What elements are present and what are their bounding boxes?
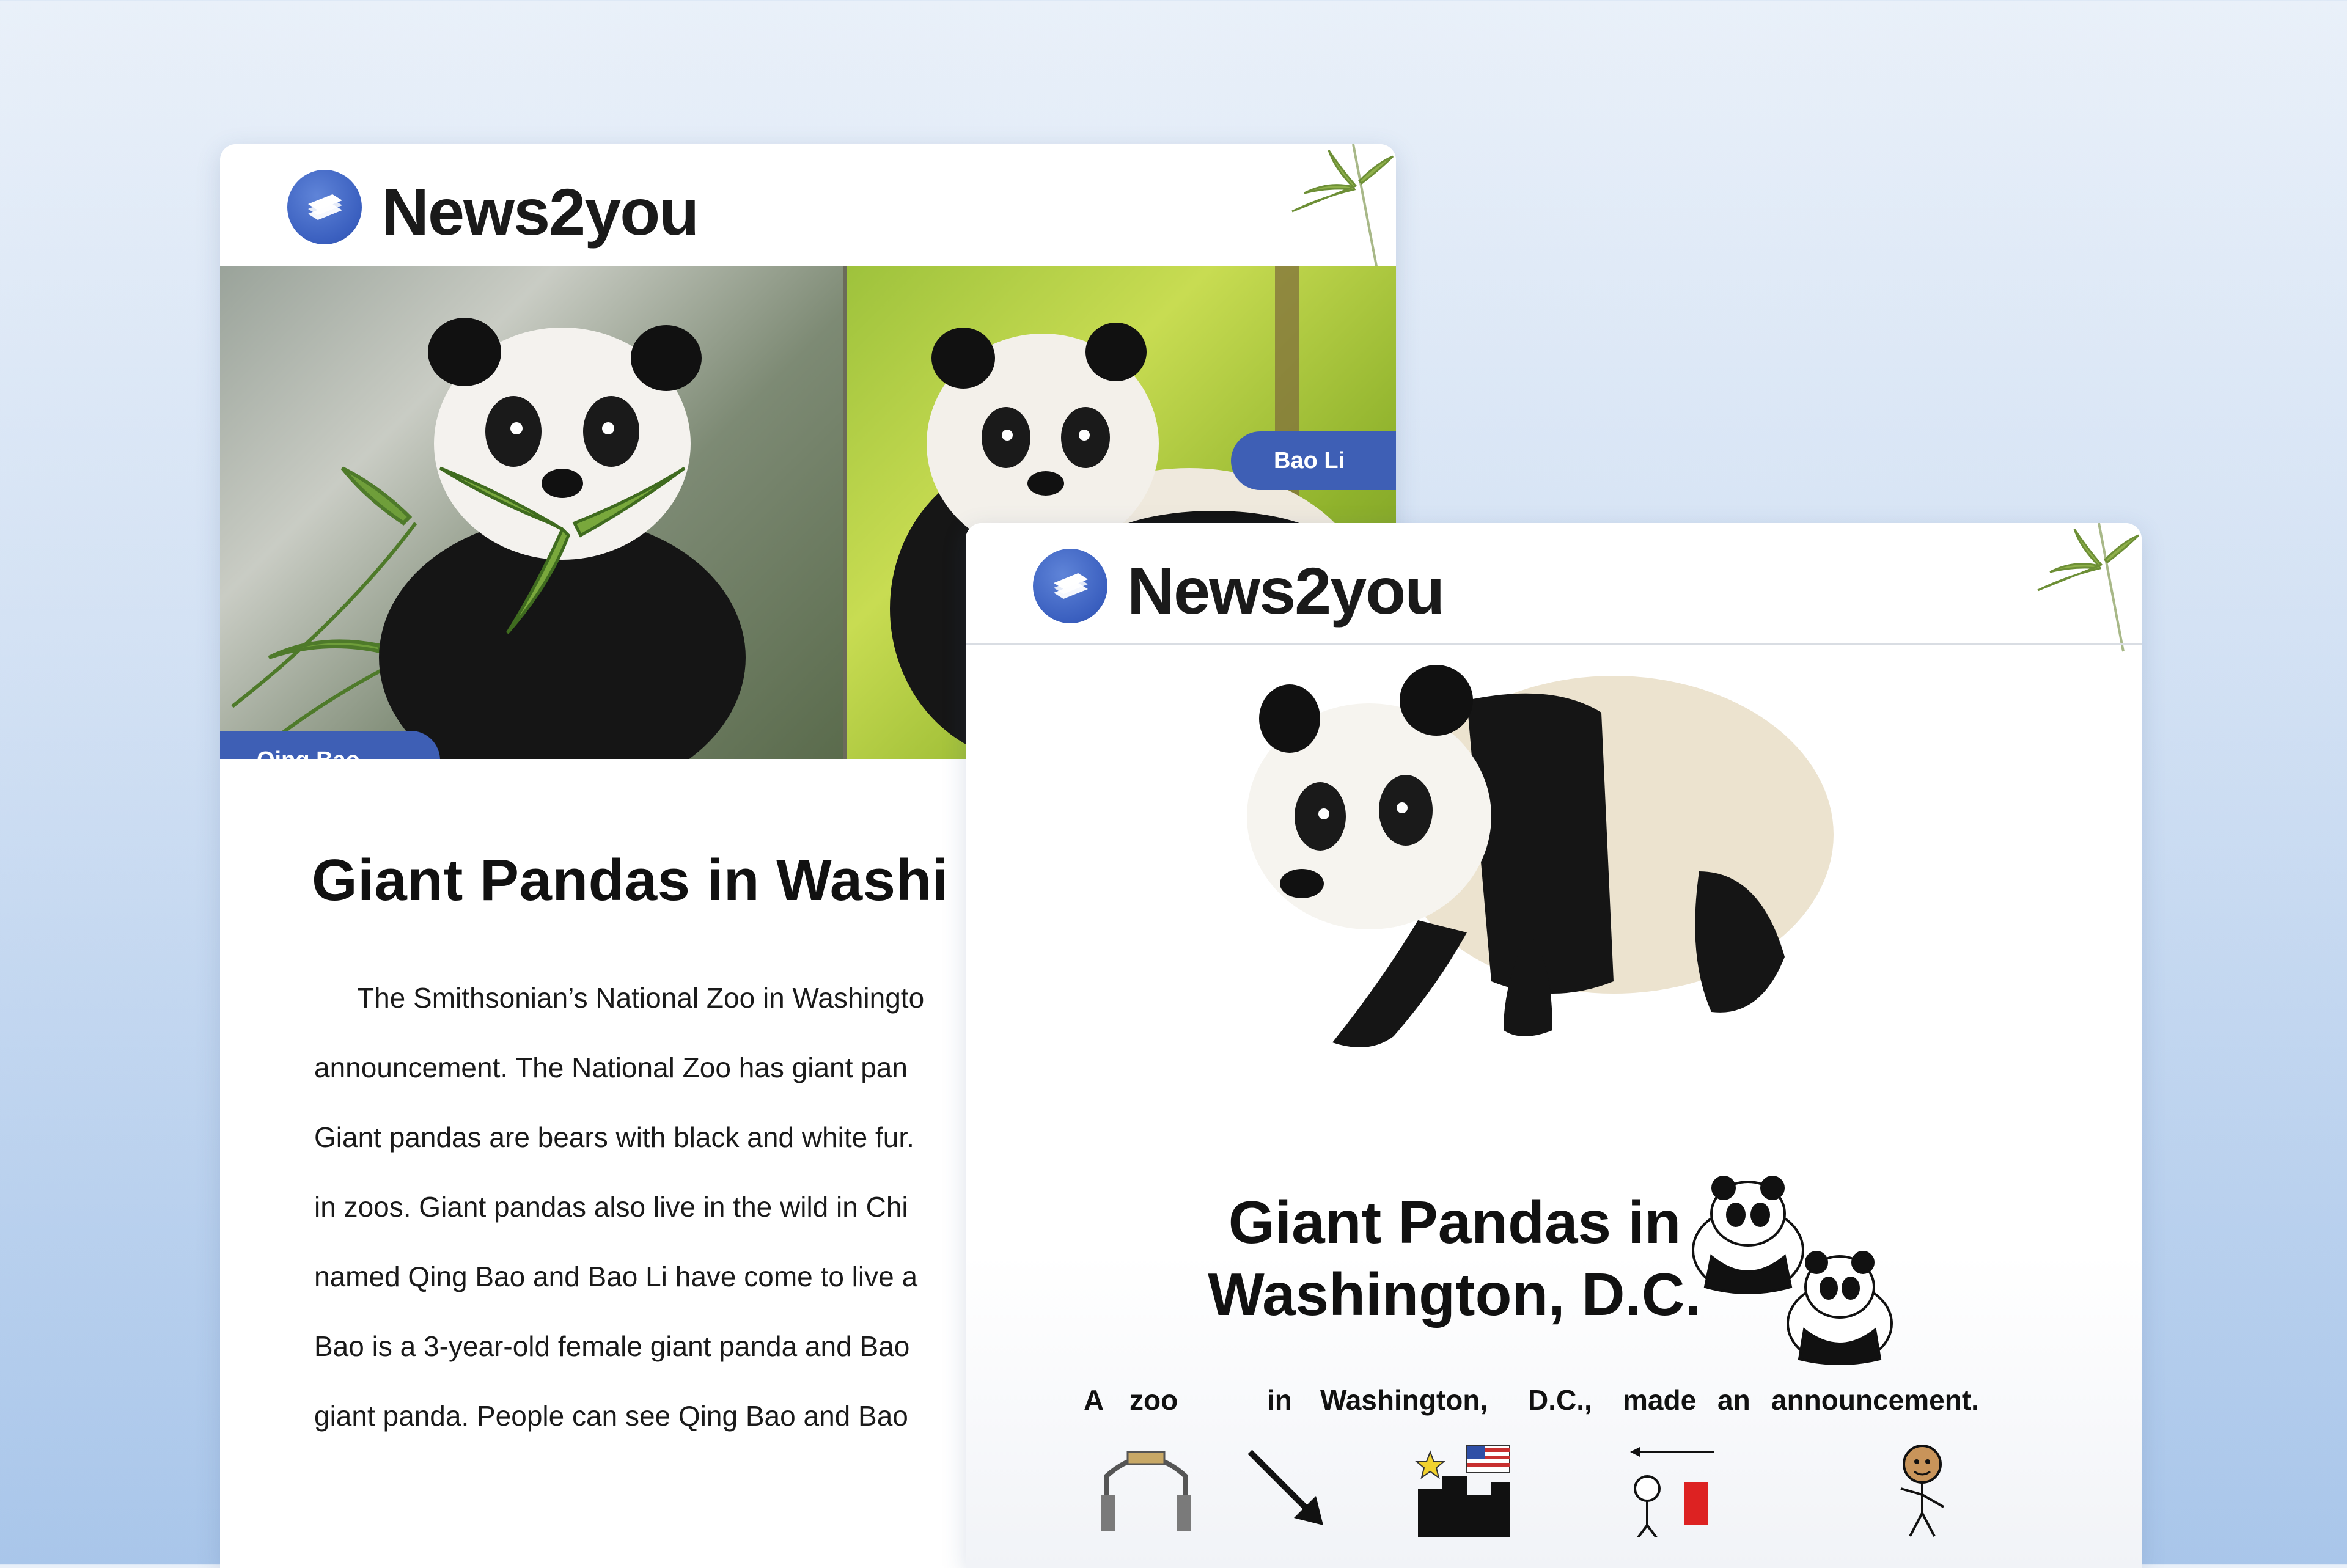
article-headline: Giant Pandas in Washi — [312, 848, 949, 913]
photo-tag-qing-bao: Qing Bao — [220, 731, 440, 759]
news2you-logo-icon — [287, 170, 362, 244]
brand-header: News2you — [220, 144, 1396, 273]
article-card-symbol-version: News2you Giant Pandas in Washington, D.C… — [966, 523, 2142, 1568]
photo-qing-bao: Qing Bao — [220, 266, 843, 759]
symbol-word: announcement. — [1771, 1384, 1979, 1416]
symbol-article-title: Giant Pandas in Washington, D.C. — [1149, 1186, 1760, 1330]
panda-cubs-icon — [1692, 1176, 1893, 1365]
symbol-word: an — [1717, 1384, 1750, 1416]
title-line-1: Giant Pandas in — [1228, 1189, 1681, 1256]
arrow-in-icon — [1247, 1449, 1323, 1525]
symbol-word: D.C., — [1528, 1384, 1592, 1416]
city-flag-icon — [1415, 1445, 1510, 1537]
symbol-word: made — [1623, 1384, 1697, 1416]
person-talking-icon — [1900, 1445, 1944, 1537]
walking-panda-image — [1247, 665, 1834, 1047]
symbol-word: A — [1084, 1384, 1104, 1416]
bamboo-leaves-icon — [2037, 523, 2140, 652]
symbol-word: in — [1267, 1384, 1292, 1416]
bamboo-leaves-icon — [1291, 144, 1394, 273]
brand-name: News2you — [381, 175, 699, 249]
title-line-2: Washington, D.C. — [1208, 1261, 1702, 1328]
news2you-logo-icon — [1033, 549, 1107, 623]
zoo-gate-icon — [1101, 1451, 1191, 1531]
speaker-announce-icon — [1630, 1447, 1714, 1537]
symbol-word: zoo — [1129, 1384, 1178, 1416]
photo-tag-bao-li: Bao Li — [1231, 431, 1396, 490]
symbol-word: Washington, — [1320, 1384, 1488, 1416]
